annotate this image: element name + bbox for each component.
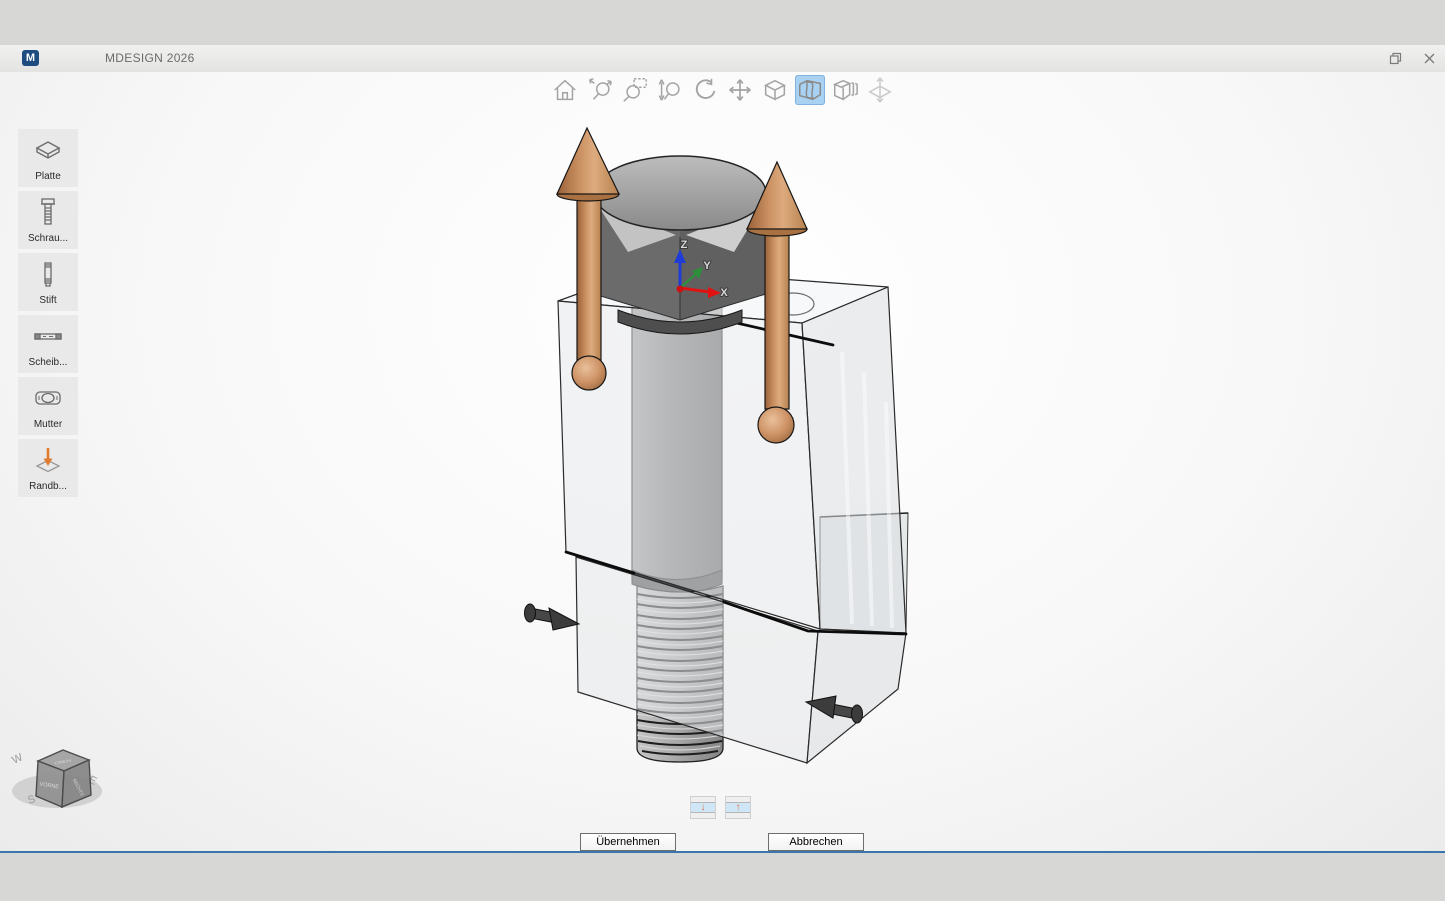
isometric-view-icon[interactable] xyxy=(760,75,790,105)
load-down-arrow-icon: ↓ xyxy=(691,802,715,813)
section-plane-icon[interactable] xyxy=(865,75,895,105)
window-controls xyxy=(1387,45,1437,72)
axis-label-z: Z xyxy=(681,239,688,251)
compass-west: W xyxy=(10,751,25,767)
window-bottom-accent xyxy=(0,851,1445,853)
nut-icon xyxy=(32,377,64,419)
pin-icon xyxy=(35,253,61,295)
sidebar-item-label: Randb... xyxy=(29,481,67,492)
restore-icon[interactable] xyxy=(1387,51,1403,67)
3d-viewport[interactable]: Z Y X W S E OBEN VORNE RECHTS xyxy=(0,72,1445,851)
apply-button[interactable]: Übernehmen xyxy=(580,833,676,851)
component-sidebar: Platte Schrau... xyxy=(18,129,78,497)
sidebar-item-stift[interactable]: Stift xyxy=(18,253,78,311)
exploded-view-icon[interactable] xyxy=(830,75,860,105)
app-logo-icon: M xyxy=(22,50,39,66)
rotate-view-icon[interactable] xyxy=(690,75,720,105)
view-toolbar xyxy=(548,75,898,105)
sidebar-item-randbedingung[interactable]: Randb... xyxy=(18,439,78,497)
screw-icon xyxy=(35,191,61,233)
sidebar-item-label: Stift xyxy=(39,295,56,306)
pin-left xyxy=(525,604,580,630)
load-up-arrow-icon: ↑ xyxy=(726,802,750,813)
zoom-window-icon[interactable] xyxy=(620,75,650,105)
view-cube[interactable]: W S E OBEN VORNE RECHTS xyxy=(10,750,102,808)
sidebar-item-scheibe[interactable]: Scheib... xyxy=(18,315,78,373)
section-view-icon[interactable] xyxy=(795,75,825,105)
sidebar-item-label: Scheib... xyxy=(29,357,68,368)
sidebar-item-platte[interactable]: Platte xyxy=(18,129,78,187)
window-title: MDESIGN 2026 xyxy=(105,51,195,65)
sidebar-item-label: Platte xyxy=(35,171,61,182)
zoom-fit-icon[interactable] xyxy=(585,75,615,105)
close-icon[interactable] xyxy=(1421,51,1437,67)
axis-label-x: X xyxy=(720,287,728,299)
title-bar: M MDESIGN 2026 xyxy=(0,45,1445,73)
home-icon[interactable] xyxy=(550,75,580,105)
load-direction-buttons: ↓ ↑ xyxy=(690,796,751,819)
sidebar-item-schraube[interactable]: Schrau... xyxy=(18,191,78,249)
load-direction-up-button[interactable]: ↑ xyxy=(725,796,751,819)
sidebar-item-label: Mutter xyxy=(34,419,62,430)
plate-icon xyxy=(33,129,63,171)
pan-view-icon[interactable] xyxy=(725,75,755,105)
cancel-button[interactable]: Abbrechen xyxy=(768,833,864,851)
app-window: M MDESIGN 2026 xyxy=(0,45,1445,853)
viewport-area: Z Y X W S E OBEN VORNE RECHTS xyxy=(0,72,1445,851)
sidebar-item-label: Schrau... xyxy=(28,233,68,244)
axis-label-y: Y xyxy=(703,260,711,272)
zoom-dynamic-icon[interactable] xyxy=(655,75,685,105)
load-direction-down-button[interactable]: ↓ xyxy=(690,796,716,819)
boundary-condition-icon xyxy=(33,439,63,481)
sidebar-item-mutter[interactable]: Mutter xyxy=(18,377,78,435)
washer-icon xyxy=(32,315,64,357)
